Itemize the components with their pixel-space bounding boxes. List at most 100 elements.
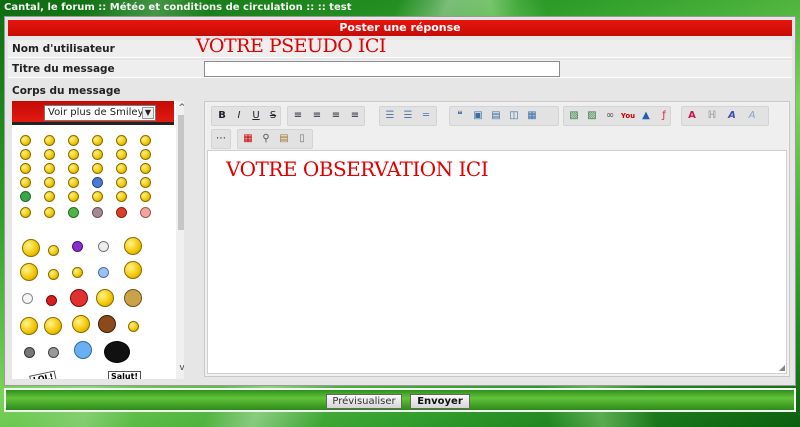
smiley-icon[interactable] [68,191,79,202]
smiley-icon[interactable] [140,191,151,202]
smiley-icon[interactable] [20,163,31,174]
smiley-icon[interactable] [20,263,38,281]
new-page-icon[interactable]: ▯ [294,131,310,147]
smiley-icon[interactable] [44,317,62,335]
code-icon[interactable]: ▤ [488,108,504,124]
resize-handle-icon[interactable]: ◢ [779,363,785,372]
paste-icon[interactable]: ▤ [276,131,292,147]
smiley-icon[interactable] [44,207,55,218]
smiley-icon[interactable] [116,191,127,202]
smiley-icon[interactable] [70,289,88,307]
smiley-icon[interactable] [68,163,79,174]
dailymotion-icon[interactable]: ▲ [638,108,654,124]
smiley-icon[interactable] [92,163,103,174]
image-icon[interactable]: ▧ [566,108,582,124]
smiley-icon[interactable] [96,289,114,307]
subject-input[interactable] [204,61,560,77]
smiley-icon[interactable] [72,241,83,252]
image-host-icon[interactable]: ▨ [584,108,600,124]
smiley-icon[interactable] [68,135,79,146]
preview-button[interactable]: Prévisualiser [326,394,402,409]
smiley-icon[interactable] [44,191,55,202]
smiley-icon[interactable] [48,347,59,358]
smiley-icon[interactable] [72,267,83,278]
bold-button[interactable]: B [214,108,230,124]
smiley-icon[interactable] [124,289,142,307]
smiley-icon[interactable] [44,135,55,146]
send-button[interactable]: Envoyer [410,394,470,409]
smiley-icon[interactable] [46,295,57,306]
smiley-icon[interactable] [20,207,31,218]
smiley-icon[interactable] [98,315,116,333]
smiley-salut-sign[interactable]: Salut! [108,371,142,379]
smiley-icon[interactable] [68,149,79,160]
search-icon[interactable]: ⚲ [258,131,274,147]
smiley-scrollbar[interactable]: ^ v [176,101,184,379]
font-size-icon[interactable]: ℍ [704,108,720,124]
italic-button[interactable]: I [231,108,247,124]
more-icon[interactable]: ⋯ [213,131,229,147]
quote-icon[interactable]: ❝ [452,108,468,124]
numbered-list-icon[interactable]: ☰ [400,108,416,124]
smiley-icon[interactable] [116,207,127,218]
smiley-icon[interactable] [124,237,142,255]
scroll-thumb[interactable] [178,115,184,230]
smiley-icon[interactable] [20,149,31,160]
message-textarea[interactable]: VOTRE OBSERVATION ICI ◢ [207,150,787,374]
smiley-icon[interactable] [92,149,103,160]
smiley-icon[interactable] [140,149,151,160]
link-icon[interactable]: ∞ [602,108,618,124]
smiley-icon[interactable] [92,191,103,202]
smiley-icon[interactable] [92,177,103,188]
smiley-icon[interactable] [48,245,59,256]
smiley-icon[interactable] [116,163,127,174]
font-color-icon[interactable]: A [684,108,700,124]
smiley-icon[interactable] [44,163,55,174]
smiley-icon[interactable] [20,191,31,202]
username-field[interactable]: VOTRE PSEUDO ICI [196,35,386,57]
scroll-down-icon[interactable]: v [176,363,184,373]
underline-button[interactable]: U [248,108,264,124]
hide-icon[interactable]: ◫ [506,108,522,124]
justify-icon[interactable]: ≡ [347,108,363,124]
clear-format-icon[interactable]: A [744,108,760,124]
smiley-icon[interactable] [68,207,79,218]
smiley-icon[interactable] [140,135,151,146]
smiley-icon[interactable] [20,135,31,146]
smiley-icon[interactable] [24,347,35,358]
smiley-icon[interactable] [98,267,109,278]
table-icon[interactable]: ▦ [524,108,540,124]
strike-button[interactable]: S [265,108,281,124]
calendar-icon[interactable]: ▦ [240,131,256,147]
spoiler-icon[interactable]: ▣ [470,108,486,124]
smiley-icon[interactable] [128,321,139,332]
smiley-icon[interactable] [92,135,103,146]
horizontal-rule-icon[interactable]: ═ [418,108,434,124]
smiley-icon[interactable] [98,241,109,252]
smiley-icon[interactable] [20,177,31,188]
smiley-icon[interactable] [116,177,127,188]
align-right-icon[interactable]: ≡ [328,108,344,124]
smiley-icon[interactable] [140,207,151,218]
flash-icon[interactable]: ƒ [656,108,672,124]
smiley-icon[interactable] [116,149,127,160]
smiley-icon[interactable] [44,177,55,188]
scroll-up-icon[interactable]: ^ [176,103,184,113]
smiley-category-select[interactable]: Voir plus de Smileys ▼ [44,105,156,121]
smiley-icon[interactable] [48,269,59,280]
font-face-icon[interactable]: A [724,108,740,124]
youtube-icon[interactable]: You [620,108,636,124]
smiley-icon[interactable] [140,177,151,188]
align-left-icon[interactable]: ≡ [290,108,306,124]
smiley-icon[interactable] [72,315,90,333]
smiley-icon[interactable] [92,207,103,218]
smiley-lol-sign[interactable]: LOL! [29,370,58,379]
smiley-icon[interactable] [116,135,127,146]
smiley-icon[interactable] [22,293,33,304]
align-center-icon[interactable]: ≡ [309,108,325,124]
smiley-icon[interactable] [20,317,38,335]
smiley-icon[interactable] [44,149,55,160]
smiley-icon[interactable] [74,341,92,359]
bulleted-list-icon[interactable]: ☰ [382,108,398,124]
smiley-icon[interactable] [22,239,40,257]
